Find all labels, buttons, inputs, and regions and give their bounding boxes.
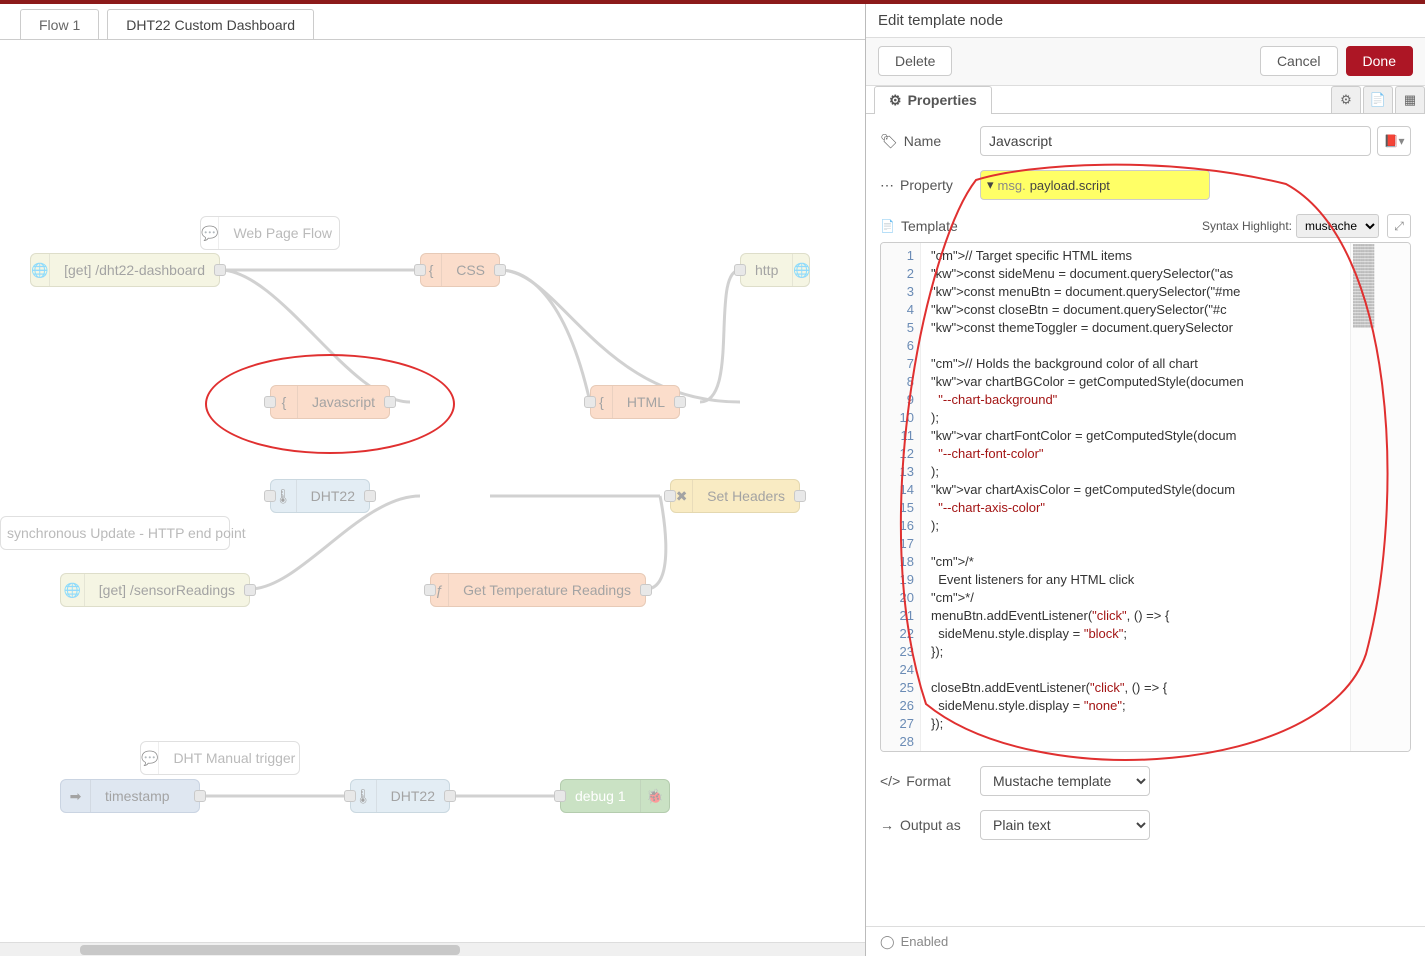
syntax-select[interactable]: mustache [1296, 214, 1379, 238]
property-label: ⋯Property [880, 177, 980, 194]
output-select[interactable]: Plain text [980, 810, 1150, 840]
format-label: </>Format [880, 773, 980, 789]
arrow-right-icon: → [880, 817, 894, 833]
template-editor[interactable]: 1234567891011121314151617181920212223242… [880, 242, 1411, 752]
template-icon: 📄 [880, 219, 895, 233]
circle-icon: ◯ [880, 934, 895, 950]
appearance-tab-icon[interactable]: ▦ [1395, 86, 1425, 113]
msg-prefix: msg. [998, 178, 1026, 193]
tag-icon: 🏷 [880, 133, 898, 150]
scrollbar-thumb[interactable] [80, 945, 460, 955]
ellipsis-icon: ⋯ [880, 177, 894, 194]
name-label: 🏷Name [880, 133, 980, 150]
tab-flow2[interactable]: DHT22 Custom Dashboard [107, 9, 314, 39]
property-input[interactable]: ▾ msg. payload.script [980, 170, 1210, 200]
editor-gutter: 1234567891011121314151617181920212223242… [881, 243, 921, 751]
panel-title: Edit template node [866, 4, 1425, 38]
enabled-toggle[interactable]: ◯ Enabled [866, 926, 1425, 956]
tab-flow1[interactable]: Flow 1 [20, 9, 99, 39]
editor-code[interactable]: "cm">// Target specific HTML items "kw">… [921, 243, 1350, 751]
tab-label: Properties [908, 87, 977, 114]
syntax-label: Syntax Highlight: [1202, 219, 1292, 233]
done-button[interactable]: Done [1346, 46, 1413, 76]
icon-picker[interactable]: 📕▾ [1377, 126, 1411, 156]
enabled-label: Enabled [901, 934, 949, 949]
msg-value: payload.script [1030, 178, 1110, 193]
name-input[interactable] [980, 126, 1371, 156]
format-select[interactable]: Mustache template [980, 766, 1150, 796]
cancel-button[interactable]: Cancel [1260, 46, 1338, 76]
expand-icon[interactable]: ⤢ [1387, 214, 1411, 238]
output-label: →Output as [880, 817, 980, 833]
editor-minimap[interactable]: ███████████████ ███████████████ ████████… [1350, 243, 1410, 751]
edit-panel: Edit template node Delete Cancel Done ⚙ … [865, 4, 1425, 956]
settings-tab-icon[interactable]: ⚙ [1331, 86, 1361, 113]
tab-properties[interactable]: ⚙ Properties [874, 86, 992, 114]
gear-icon: ⚙ [889, 87, 902, 114]
code-icon: </> [880, 773, 900, 789]
description-tab-icon[interactable]: 📄 [1363, 86, 1393, 113]
caret-down-icon: ▾ [987, 177, 994, 193]
delete-button[interactable]: Delete [878, 46, 952, 76]
template-label: Template [901, 218, 958, 234]
